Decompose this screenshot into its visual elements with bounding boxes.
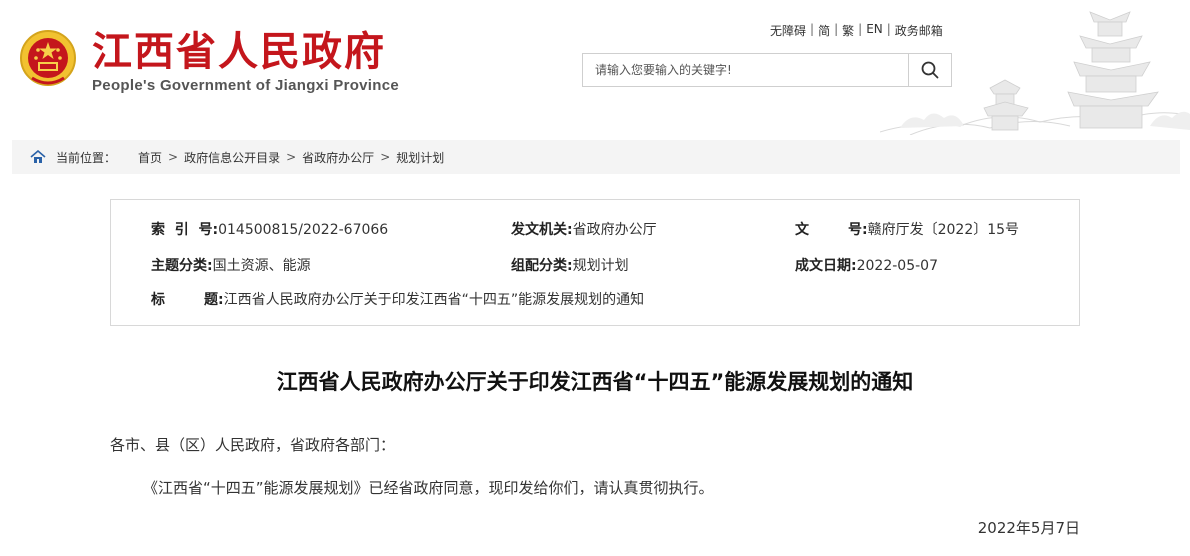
- meta-docno-key: 文 号:: [795, 222, 868, 238]
- meta-topic-key: 主题分类:: [151, 258, 213, 274]
- meta-date-key: 成文日期:: [795, 258, 857, 274]
- site-subtitle: People's Government of Jiangxi Province: [92, 77, 400, 94]
- site-header: 江西省人民政府 People's Government of Jiangxi P…: [0, 0, 1190, 135]
- meta-issuer-value: 省政府办公厅: [572, 222, 657, 238]
- meta-title-key: 标 题:: [151, 292, 224, 308]
- breadcrumb-item-home[interactable]: 首页: [138, 149, 162, 166]
- breadcrumb-separator: >: [286, 150, 297, 164]
- meta-issuer: 发文机关:省政府办公厅: [511, 219, 657, 239]
- meta-issuer-key: 发文机关:: [511, 222, 573, 238]
- document-meta-box: 索 引 号:014500815/2022-67066 发文机关:省政府办公厅 文…: [110, 199, 1080, 326]
- national-emblem-icon[interactable]: [18, 28, 78, 90]
- meta-category-key: 组配分类:: [511, 258, 573, 274]
- link-separator: |: [834, 22, 839, 36]
- article-date: 2022年5月7日: [977, 519, 1080, 537]
- meta-category: 组配分类:规划计划: [511, 255, 629, 275]
- search-input[interactable]: [583, 54, 908, 86]
- link-separator: |: [858, 22, 863, 36]
- meta-index-key: 索 引 号:: [151, 222, 219, 238]
- meta-date: 成文日期:2022-05-07: [795, 255, 938, 275]
- traditional-chinese-link[interactable]: 繁: [842, 22, 854, 39]
- breadcrumb-item-plans[interactable]: 规划计划: [396, 149, 444, 166]
- meta-index-value: 014500815/2022-67066: [218, 222, 389, 238]
- meta-row: 标 题:江西省人民政府办公厅关于印发江西省“十四五”能源发展规划的通知: [111, 289, 1079, 309]
- meta-docno: 文 号:赣府厅发〔2022〕15号: [795, 219, 1019, 239]
- meta-docno-value: 赣府厅发〔2022〕15号: [867, 222, 1020, 238]
- link-separator: |: [886, 22, 891, 36]
- search-icon: [921, 61, 939, 79]
- breadcrumb: 当前位置： 首页 > 政府信息公开目录 > 省政府办公厅 > 规划计划: [12, 140, 1180, 174]
- search-box: [582, 53, 952, 87]
- article-title: 江西省人民政府办公厅关于印发江西省“十四五”能源发展规划的通知: [276, 370, 914, 394]
- article-salutation: 各市、县（区）人民政府，省政府各部门：: [110, 436, 396, 454]
- meta-title: 标 题:江西省人民政府办公厅关于印发江西省“十四五”能源发展规划的通知: [151, 289, 644, 309]
- meta-date-value: 2022-05-07: [856, 258, 938, 274]
- site-title[interactable]: 江西省人民政府: [92, 28, 386, 76]
- breadcrumb-item-info-directory[interactable]: 政府信息公开目录: [184, 149, 280, 166]
- breadcrumb-separator: >: [168, 150, 179, 164]
- home-icon: [30, 150, 46, 164]
- article-body: 《江西省“十四五”能源发展规划》已经省政府同意，现印发给你们，请认真贯彻执行。: [143, 479, 714, 497]
- link-separator: |: [810, 22, 815, 36]
- search-button[interactable]: [908, 54, 951, 86]
- accessibility-link[interactable]: 无障碍: [770, 22, 806, 39]
- breadcrumb-label: 当前位置：: [56, 150, 117, 165]
- meta-row: 主题分类:国土资源、能源 组配分类:规划计划 成文日期:2022-05-07: [111, 255, 1079, 275]
- meta-topic-value: 国土资源、能源: [212, 258, 311, 274]
- top-links: 无障碍 | 简 | 繁 | EN | 政务邮箱: [770, 22, 943, 39]
- breadcrumb-items: 首页 > 政府信息公开目录 > 省政府办公厅 > 规划计划: [138, 149, 444, 166]
- breadcrumb-separator: >: [380, 150, 391, 164]
- simplified-chinese-link[interactable]: 简: [818, 22, 830, 39]
- gov-mailbox-link[interactable]: 政务邮箱: [895, 22, 943, 39]
- breadcrumb-item-general-office[interactable]: 省政府办公厅: [302, 149, 374, 166]
- meta-topic: 主题分类:国土资源、能源: [151, 255, 311, 275]
- meta-title-value: 江西省人民政府办公厅关于印发江西省“十四五”能源发展规划的通知: [223, 292, 645, 308]
- meta-category-value: 规划计划: [572, 258, 629, 274]
- meta-index: 索 引 号:014500815/2022-67066: [151, 219, 388, 239]
- meta-row: 索 引 号:014500815/2022-67066 发文机关:省政府办公厅 文…: [111, 219, 1079, 239]
- english-link[interactable]: EN: [866, 22, 883, 39]
